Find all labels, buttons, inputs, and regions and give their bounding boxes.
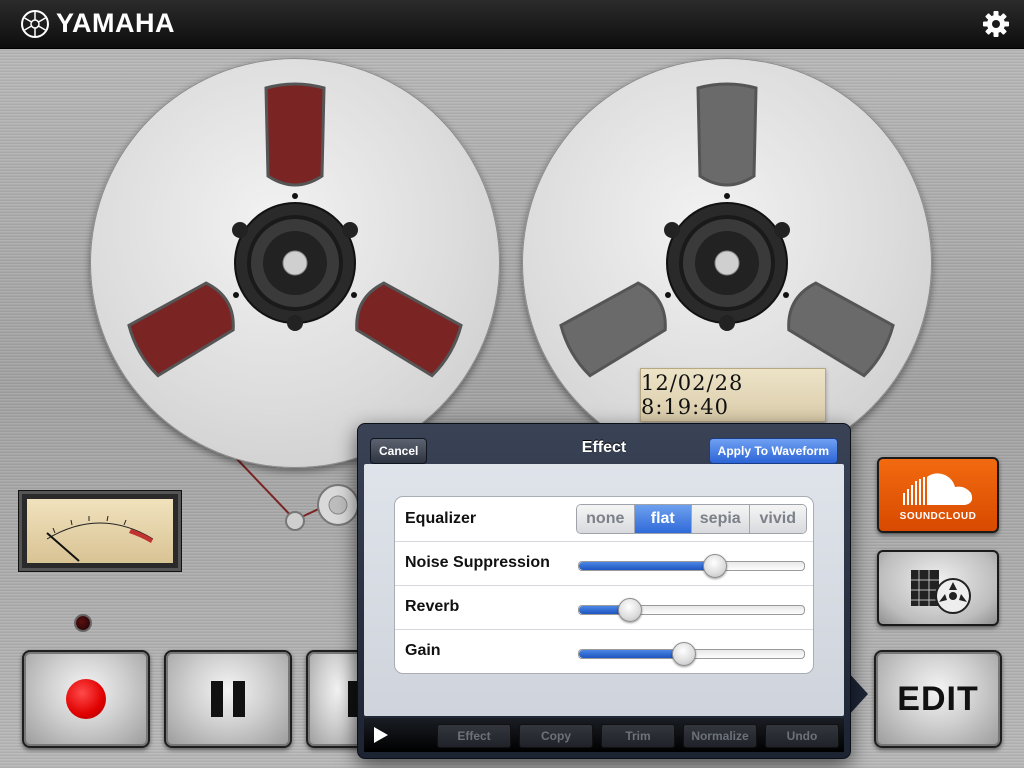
date-label: 12/02/28 8:19:40 [640,368,826,422]
toolbar-effect-button[interactable]: Effect [437,724,511,748]
effect-settings-group: Equalizer none flat sepia vivid Noise Su… [394,496,814,674]
reel-window [355,281,463,378]
reverb-thumb[interactable] [617,598,642,622]
equalizer-row: Equalizer none flat sepia vivid [395,497,813,542]
equalizer-option-sepia[interactable]: sepia [691,505,749,533]
soundcloud-cloud-icon [903,473,973,505]
gain-thumb[interactable] [671,642,696,666]
reel-window [787,281,895,378]
toolbar-copy-button[interactable]: Copy [519,724,593,748]
status-led [76,616,90,630]
gain-fill [579,650,683,658]
edit-button[interactable]: EDIT [874,650,1002,748]
reel-window [696,82,758,187]
popover-toolbar: Effect Copy Trim Normalize Undo [364,718,844,752]
play-icon[interactable] [374,727,388,743]
library-button[interactable] [877,550,999,626]
brand-name: YAMAHA [56,8,176,38]
vu-meter [18,490,182,572]
gain-slider[interactable] [578,642,805,666]
reverb-row: Reverb [395,585,813,630]
popover-arrow [848,672,868,716]
gain-label: Gain [405,642,441,659]
noise-suppression-row: Noise Suppression [395,541,813,586]
toolbar-trim-button[interactable]: Trim [601,724,675,748]
soundcloud-button[interactable]: SOUNDCLOUD [877,457,999,533]
noise-suppression-slider[interactable] [578,554,805,578]
reel-window [264,82,326,187]
left-reel-graphic [127,82,463,378]
apply-to-waveform-button[interactable]: Apply To Waveform [708,438,838,464]
equalizer-option-flat[interactable]: flat [633,505,691,533]
equalizer-option-none[interactable]: none [577,505,634,533]
yamaha-logo-icon [21,9,49,38]
effect-popover: Cancel Effect Apply To Waveform Equalize… [357,423,851,759]
toolbar-normalize-button[interactable]: Normalize [683,724,757,748]
pause-button[interactable] [164,650,292,748]
brand: YAMAHA [20,8,175,39]
noise-suppression-thumb[interactable] [703,554,727,578]
reverb-slider[interactable] [578,598,805,622]
equalizer-option-vivid[interactable]: vivid [748,505,806,533]
record-icon [66,679,106,719]
reel-window [127,281,235,378]
vu-scale [46,515,154,562]
reverb-label: Reverb [405,598,460,615]
equalizer-label: Equalizer [405,510,477,527]
tape-library-icon [911,570,971,614]
toolbar-undo-button[interactable]: Undo [765,724,839,748]
gain-row: Gain [395,629,813,673]
left-reel [90,58,500,468]
noise-suppression-label: Noise Suppression [405,554,550,571]
soundcloud-label: SOUNDCLOUD [899,511,977,522]
popover-header: Cancel Effect Apply To Waveform [358,424,850,466]
top-bar: YAMAHA [0,0,1024,49]
gear-icon[interactable] [982,10,1010,38]
noise-suppression-fill [579,562,714,570]
equalizer-segmented-control[interactable]: none flat sepia vivid [576,504,807,534]
popover-body: Equalizer none flat sepia vivid Noise Su… [364,464,844,716]
reel-window [559,281,667,378]
pause-icon [211,681,245,717]
record-button[interactable] [22,650,150,748]
